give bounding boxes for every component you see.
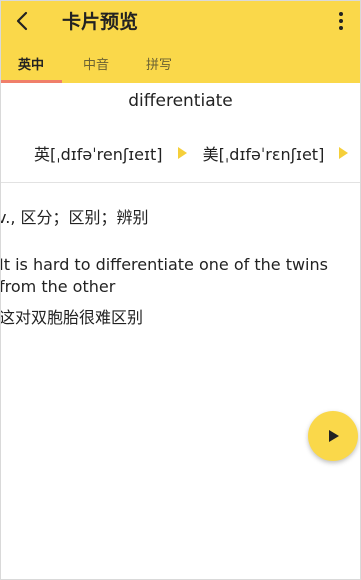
play-icon [329,430,339,442]
play-us-icon[interactable] [339,147,349,159]
example-sentence-en: It is hard to differentiate one of the t… [0,255,328,296]
tab-en-zh[interactable]: 英中 [18,54,44,73]
divider [1,182,360,183]
page-title: 卡片预览 [62,11,139,33]
back-arrow-icon[interactable] [11,9,35,33]
uk-phonetic: 英[ˌdɪfəˈrenʃɪeɪt] [34,145,163,164]
tab-zh-audio[interactable]: 中音 [83,54,109,73]
app-bar: 卡片预览 英中 中音 拼写 [1,1,360,83]
more-vertical-icon[interactable] [338,11,344,31]
play-uk-icon[interactable] [177,147,187,159]
tab-spelling[interactable]: 拼写 [146,54,172,73]
card-preview-screen: 卡片预览 英中 中音 拼写 differentiate 英[ˌdɪfəˈrenʃ… [0,0,361,580]
tab-bar: 英中 中音 拼写 [1,49,360,83]
word-meaning: v., 区分；区别；辨别 [0,208,149,227]
phonetic-row: 英[ˌdɪfəˈrenʃɪeɪt] 美[ˌdɪfəˈrɛnʃɪet] [34,141,349,165]
card-word: differentiate [128,91,233,111]
tab-indicator [1,80,62,83]
example-sentence-zh: 这对双胞胎很难区别 [0,308,144,327]
us-phonetic: 美[ˌdɪfəˈrɛnʃɪet] [202,145,325,164]
play-fab-button[interactable] [308,411,358,461]
